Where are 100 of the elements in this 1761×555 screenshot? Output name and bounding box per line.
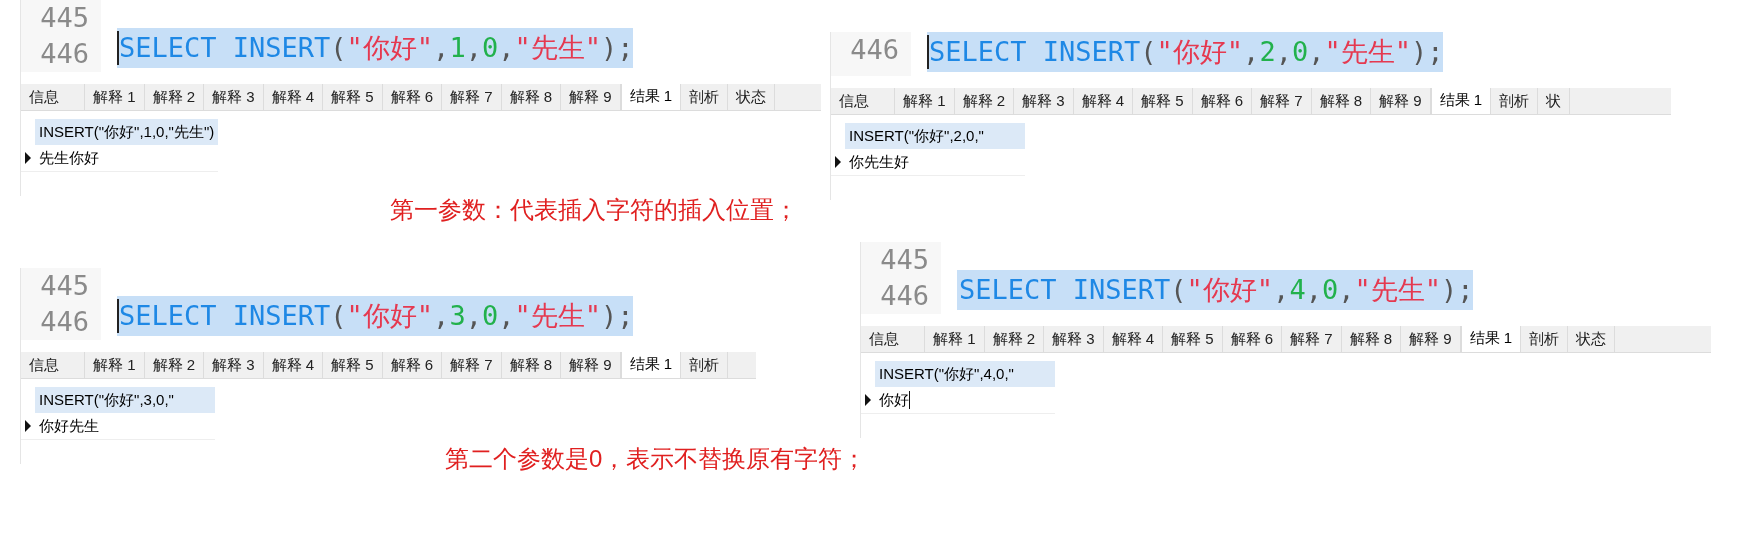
tab[interactable]: 结果 1 bbox=[1430, 88, 1492, 114]
tab[interactable]: 解释 3 bbox=[204, 84, 264, 110]
code-token: ); bbox=[600, 31, 634, 65]
line-number: 446 bbox=[40, 37, 89, 71]
tab[interactable]: 解释 9 bbox=[561, 84, 621, 110]
tab[interactable]: 剖析 bbox=[681, 352, 729, 378]
line-number: 446 bbox=[880, 279, 929, 313]
code-token: "先生" bbox=[514, 299, 601, 333]
code-token: 2 bbox=[1259, 35, 1276, 69]
code-token: ( bbox=[1140, 35, 1157, 69]
tab[interactable]: 解释 8 bbox=[501, 352, 562, 378]
tab[interactable]: 解释 2 bbox=[984, 326, 1045, 352]
tab[interactable]: 解释 5 bbox=[1133, 88, 1193, 114]
code-token: , bbox=[1275, 35, 1292, 69]
tab[interactable]: 信息 bbox=[861, 326, 925, 352]
tab[interactable]: 解释 7 bbox=[1282, 326, 1342, 352]
tab[interactable]: 剖析 bbox=[1521, 326, 1569, 352]
table-cell-text: 你好先生 bbox=[38, 415, 100, 436]
tab[interactable]: 信息 bbox=[831, 88, 895, 114]
tab[interactable]: 状态 bbox=[1568, 326, 1616, 352]
code-token: "你好" bbox=[346, 299, 434, 333]
line-number: 445 bbox=[40, 269, 89, 303]
code-token: 0 bbox=[481, 299, 499, 333]
tab[interactable]: 解释 1 bbox=[85, 352, 145, 378]
tab[interactable]: 解释 8 bbox=[501, 84, 562, 110]
tab[interactable]: 信息 bbox=[21, 84, 85, 110]
tab[interactable]: 解释 6 bbox=[382, 84, 443, 110]
tab[interactable]: 信息 bbox=[21, 352, 85, 378]
code-token: , bbox=[465, 31, 482, 65]
code-token: , bbox=[433, 31, 450, 65]
code-token: 0 bbox=[1321, 273, 1339, 307]
tab[interactable]: 状态 bbox=[728, 84, 776, 110]
code-token: 0 bbox=[481, 31, 499, 65]
column-header[interactable]: INSERT("你好",2,0," bbox=[845, 123, 1025, 149]
code-token: , bbox=[1273, 273, 1290, 307]
tab[interactable]: 解释 1 bbox=[85, 84, 145, 110]
code-token: SELECT INSERT bbox=[119, 299, 331, 333]
code-token: , bbox=[1243, 35, 1260, 69]
table-cell-text: 你好 bbox=[878, 389, 911, 411]
tab[interactable]: 解释 5 bbox=[323, 84, 383, 110]
tab[interactable]: 解释 4 bbox=[1073, 88, 1134, 114]
tab[interactable]: 解释 7 bbox=[442, 352, 502, 378]
code-token: "先生" bbox=[514, 31, 601, 65]
tab[interactable]: 解释 9 bbox=[1371, 88, 1431, 114]
tab[interactable]: 解释 2 bbox=[144, 84, 205, 110]
code-token: ( bbox=[330, 299, 347, 333]
tab[interactable]: 解释 3 bbox=[204, 352, 264, 378]
column-header[interactable]: INSERT("你好",4,0," bbox=[875, 361, 1055, 387]
code-token: "先生" bbox=[1324, 35, 1411, 69]
code-token: ( bbox=[1170, 273, 1187, 307]
tab[interactable]: 解释 4 bbox=[1103, 326, 1164, 352]
tab[interactable]: 解释 7 bbox=[1252, 88, 1312, 114]
line-number: 446 bbox=[40, 305, 89, 339]
code-token: 3 bbox=[449, 299, 466, 333]
tab[interactable]: 解释 3 bbox=[1014, 88, 1074, 114]
tab[interactable]: 解释 2 bbox=[144, 352, 205, 378]
code-token: "你好" bbox=[1156, 35, 1244, 69]
table-cell-text: 先生你好 bbox=[38, 147, 100, 168]
tab[interactable]: 解释 9 bbox=[1401, 326, 1461, 352]
code-token: SELECT INSERT bbox=[929, 35, 1141, 69]
tab[interactable]: 解释 1 bbox=[895, 88, 955, 114]
column-header[interactable]: INSERT("你好",3,0," bbox=[35, 387, 215, 413]
code-token: , bbox=[1308, 35, 1325, 69]
tab[interactable]: 结果 1 bbox=[1460, 326, 1522, 352]
column-header[interactable]: INSERT("你好",1,0,"先生") bbox=[35, 119, 219, 145]
code-token: ); bbox=[600, 299, 634, 333]
code-token: 1 bbox=[449, 31, 466, 65]
tab[interactable]: 解释 6 bbox=[382, 352, 443, 378]
tab[interactable]: 解释 1 bbox=[925, 326, 985, 352]
tab[interactable]: 解释 9 bbox=[561, 352, 621, 378]
table-cell-text: 你先生好 bbox=[848, 151, 910, 172]
code-token: , bbox=[498, 31, 515, 65]
tab[interactable]: 解释 4 bbox=[263, 84, 324, 110]
tab[interactable]: 剖析 bbox=[1491, 88, 1539, 114]
code-token: , bbox=[465, 299, 482, 333]
code-token: , bbox=[1338, 273, 1355, 307]
tab[interactable]: 解释 2 bbox=[954, 88, 1015, 114]
tab[interactable]: 解释 5 bbox=[323, 352, 383, 378]
tab[interactable]: 解释 7 bbox=[442, 84, 502, 110]
tab[interactable]: 解释 8 bbox=[1341, 326, 1402, 352]
code-token: 0 bbox=[1291, 35, 1309, 69]
annotation-text: 第一参数：代表插入字符的插入位置； bbox=[390, 195, 798, 225]
code-token: 4 bbox=[1289, 273, 1306, 307]
tab[interactable]: 结果 1 bbox=[620, 352, 682, 378]
code-token: "先生" bbox=[1354, 273, 1441, 307]
tab[interactable]: 解释 5 bbox=[1163, 326, 1223, 352]
tab[interactable]: 剖析 bbox=[681, 84, 729, 110]
tab[interactable]: 状 bbox=[1538, 88, 1571, 114]
code-token: SELECT INSERT bbox=[119, 31, 331, 65]
tab[interactable]: 解释 6 bbox=[1222, 326, 1283, 352]
code-token: SELECT INSERT bbox=[959, 273, 1171, 307]
tab[interactable]: 解释 6 bbox=[1192, 88, 1253, 114]
tab[interactable]: 结果 1 bbox=[620, 84, 682, 110]
tab[interactable]: 解释 4 bbox=[263, 352, 324, 378]
tab[interactable]: 解释 3 bbox=[1044, 326, 1104, 352]
line-number: 446 bbox=[850, 33, 899, 67]
code-token: ( bbox=[330, 31, 347, 65]
line-number: 445 bbox=[40, 1, 89, 35]
line-number: 445 bbox=[880, 243, 929, 277]
tab[interactable]: 解释 8 bbox=[1311, 88, 1372, 114]
